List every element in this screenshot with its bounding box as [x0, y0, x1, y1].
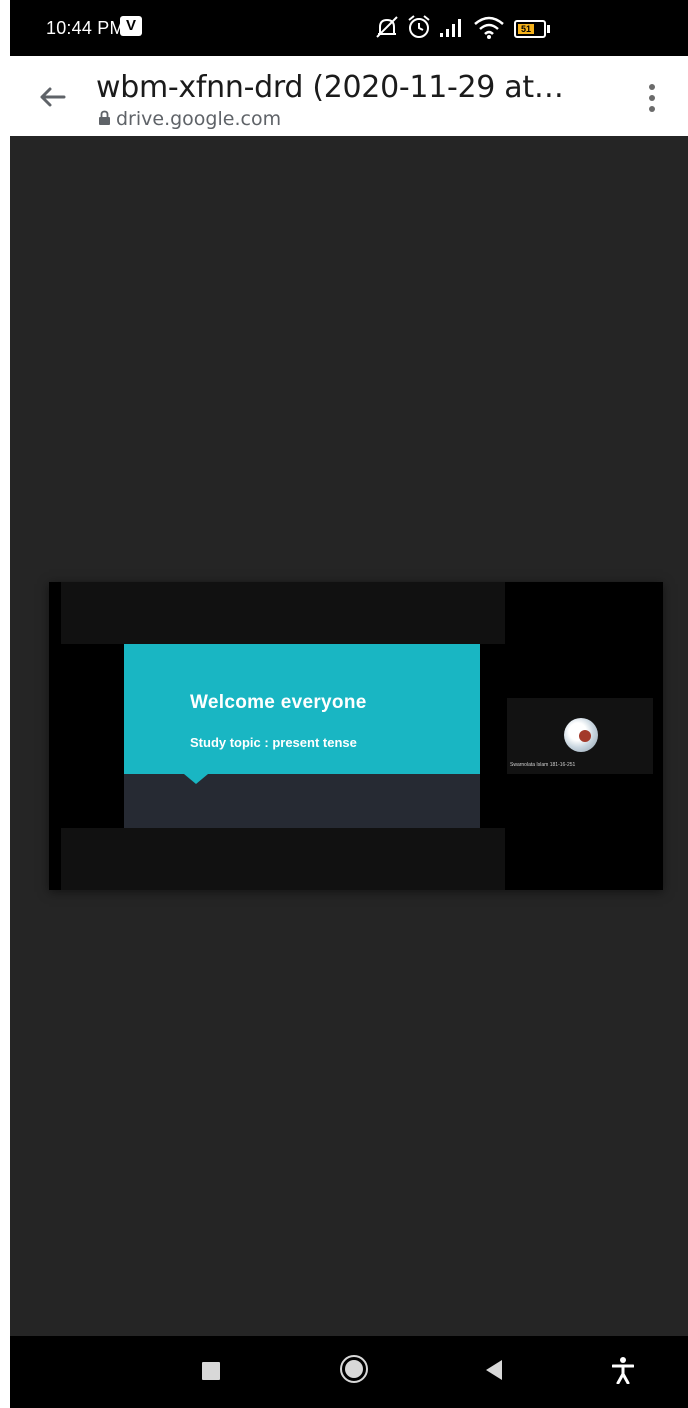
- recents-icon[interactable]: [202, 1362, 220, 1380]
- navigation-bar: [10, 1336, 688, 1408]
- url-row: drive.google.com: [98, 108, 281, 130]
- url-text: drive.google.com: [116, 108, 282, 130]
- app-bar: wbm-xfnn-drd (2020-11-29 at… drive.googl…: [10, 56, 688, 136]
- slide-title: Welcome everyone: [190, 692, 367, 713]
- slide-subtitle: Study topic : present tense: [190, 735, 357, 750]
- back-triangle-icon[interactable]: [486, 1360, 502, 1380]
- notification-v-icon: V: [120, 16, 142, 36]
- battery-level: 51: [518, 24, 534, 34]
- wifi-icon: [474, 16, 504, 39]
- home-icon[interactable]: [340, 1355, 368, 1383]
- video-player[interactable]: Welcome everyone Study topic : present t…: [49, 582, 663, 890]
- alarm-icon: [408, 15, 430, 38]
- lock-icon: [99, 110, 110, 125]
- status-time: 10:44 PM: [46, 18, 125, 38]
- presentation-slide: Welcome everyone Study topic : present t…: [124, 644, 480, 828]
- mute-icon: [376, 16, 398, 38]
- battery-icon: 51: [514, 20, 550, 38]
- video-viewer: Welcome everyone Study topic : present t…: [10, 136, 688, 1336]
- back-arrow-icon[interactable]: [36, 84, 68, 110]
- participant-tile: Swarnolata Islam 181-16-251: [507, 698, 653, 774]
- accessibility-icon[interactable]: [612, 1356, 634, 1384]
- more-options-icon[interactable]: [646, 82, 658, 114]
- status-bar: 10:44 PM V 51: [10, 0, 688, 56]
- page-title: wbm-xfnn-drd (2020-11-29 at…: [96, 70, 564, 105]
- participant-name: Swarnolata Islam 181-16-251: [510, 762, 576, 768]
- avatar: [564, 718, 598, 752]
- presentation-stage: Welcome everyone Study topic : present t…: [61, 582, 505, 890]
- signal-icon: [440, 19, 461, 37]
- slide-notch: [184, 774, 208, 784]
